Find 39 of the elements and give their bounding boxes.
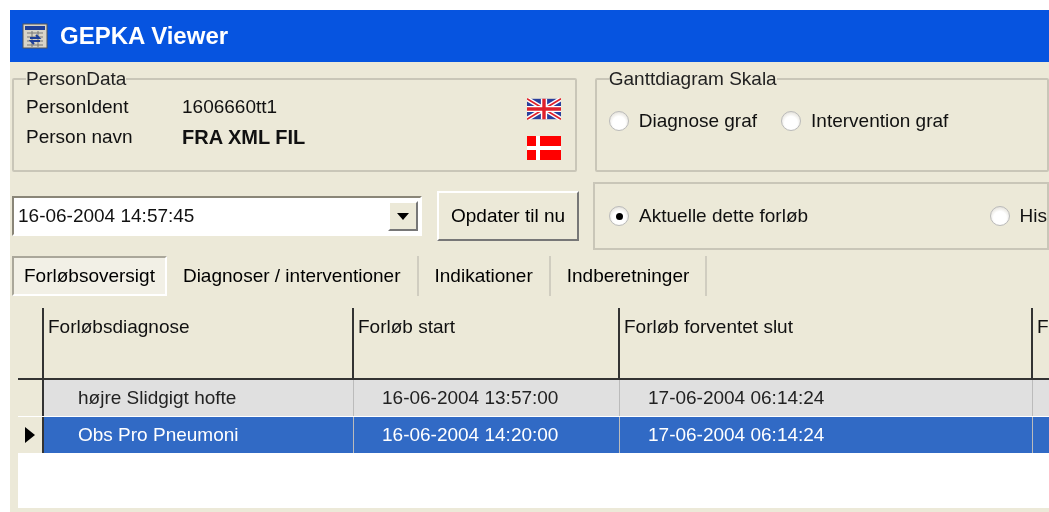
radio-circle[interactable] [781, 111, 802, 131]
tab[interactable]: Diagnoser / interventioner [166, 256, 419, 296]
caret-icon [397, 212, 409, 220]
radio-option[interactable]: Intervention graf [781, 110, 949, 132]
field-label: Person navn [26, 126, 134, 149]
window-title: GEPKA Viewer [60, 22, 229, 50]
table-row[interactable]: højre Slidgigt hofte 16-06-2004 13:57:00 17-06-2004 06:14:24 [18, 380, 1049, 417]
field-label: PersonIdent [26, 96, 130, 118]
date-combo-field[interactable]: 16-06-2004 14:57:45 [12, 196, 422, 236]
table-cell: 16-06-2004 14:20:00 [354, 417, 620, 453]
tab[interactable]: Forløbsoversigt [12, 256, 167, 296]
row-pointer-icon [25, 427, 35, 443]
column-header[interactable]: Forløb start [354, 308, 620, 378]
tab[interactable]: Indikationer [418, 256, 551, 296]
table-cell: 17-06-2004 06:14:24 [620, 380, 1033, 416]
table-cell: Obs Pro Pneumoni [44, 417, 354, 453]
group-title: Ganttdiagram Skala [608, 68, 777, 90]
update-button[interactable]: Opdater til nu [437, 191, 580, 241]
radio-option[interactable]: Aktuelle dette forløb [609, 205, 809, 227]
danish-flag-icon[interactable] [526, 136, 561, 160]
field-value: 1606660tt1 [182, 96, 278, 118]
radio-circle[interactable] [608, 111, 629, 131]
table-cell: 16-06-2004 13:57:00 [354, 380, 620, 416]
group-title: PersonData [26, 68, 127, 90]
field-value: FRA XML FIL [182, 126, 306, 149]
table-cell: 17-06-2004 06:14:24 [620, 417, 1033, 453]
uk-flag-icon[interactable] [526, 98, 561, 120]
table-row[interactable]: Obs Pro Pneumoni 16-06-2004 14:20:00 17-06-2004 06:14:24 [18, 417, 1049, 454]
radio-option[interactable]: His [989, 205, 1047, 227]
radio-circle[interactable] [609, 206, 630, 226]
column-header[interactable]: F [1033, 308, 1049, 378]
radio-option[interactable]: Diagnose graf [608, 110, 758, 132]
dropdown-button[interactable] [388, 201, 418, 231]
tab[interactable]: Indberetninger [550, 256, 708, 296]
column-header[interactable]: Forløbsdiagnose [44, 308, 354, 378]
table-cell: højre Slidgigt hofte [44, 380, 354, 416]
column-header[interactable]: Forløb forventet slut [620, 308, 1033, 378]
radio-circle[interactable] [989, 206, 1010, 226]
app-icon [22, 23, 48, 49]
